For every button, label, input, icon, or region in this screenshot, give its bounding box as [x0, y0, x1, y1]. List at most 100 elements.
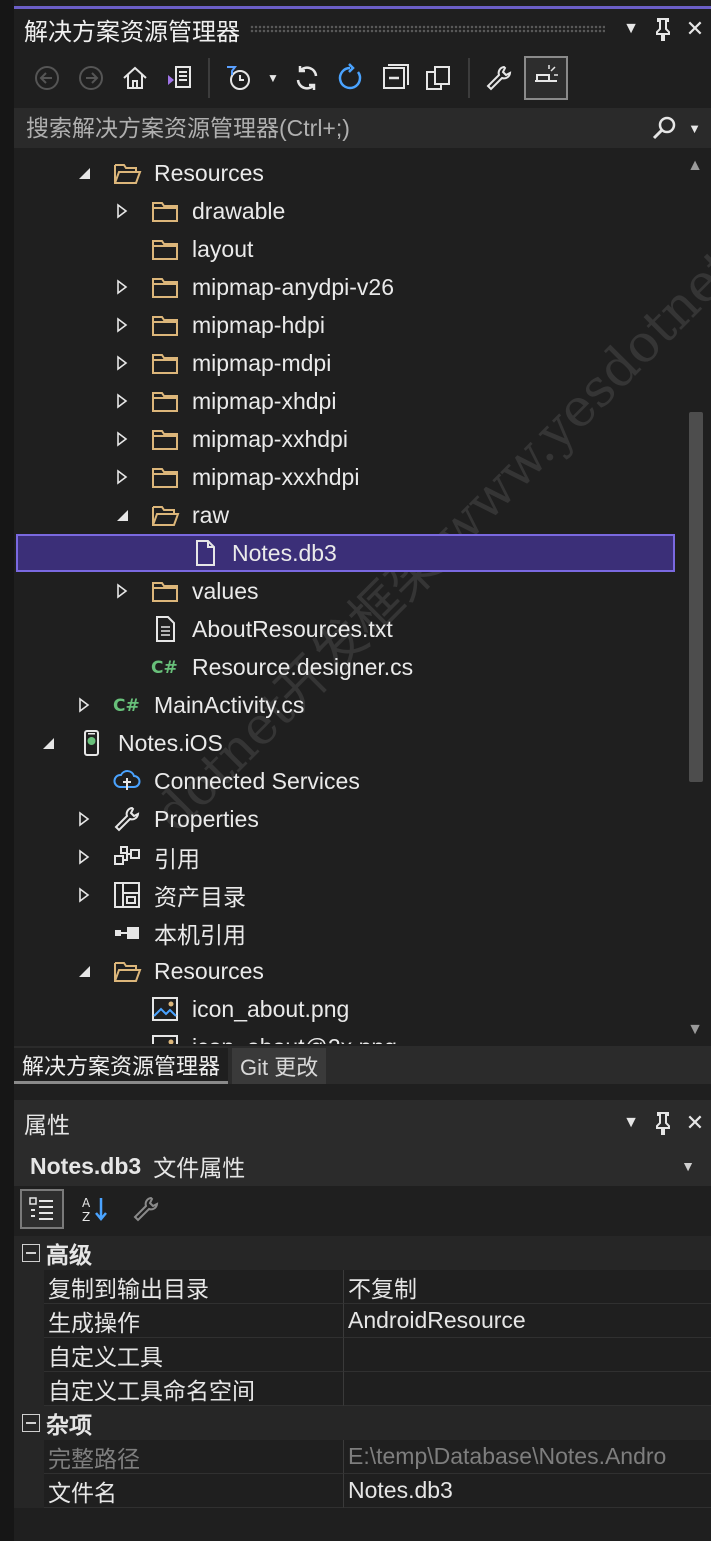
tree-row[interactable]: mipmap-xxxhdpi	[14, 458, 675, 496]
tree-item-label: icon_about.png	[192, 995, 350, 1022]
folder-icon	[150, 462, 180, 492]
property-value[interactable]	[344, 1372, 711, 1406]
tree-row[interactable]: Notes.db3	[16, 534, 675, 572]
tree-row[interactable]: Resources	[14, 952, 675, 990]
preview-selected-items-icon[interactable]	[524, 56, 568, 100]
tree-row[interactable]: mipmap-mdpi	[14, 344, 675, 382]
property-value: E:\temp\Database\Notes.Andro	[344, 1440, 711, 1474]
property-row[interactable]: 自定义工具命名空间	[14, 1372, 711, 1406]
tree-row[interactable]: 本机引用	[14, 914, 675, 952]
collapsed-arrow-icon[interactable]	[112, 581, 132, 601]
tree-row[interactable]: Resources	[14, 154, 675, 192]
sync-icon[interactable]	[288, 56, 326, 100]
refresh-icon[interactable]	[332, 56, 370, 100]
pin-icon[interactable]	[647, 1107, 679, 1139]
property-value[interactable]: AndroidResource	[344, 1304, 711, 1338]
tree-item-label: Properties	[154, 805, 259, 832]
search-input[interactable]	[26, 114, 651, 142]
tree-row[interactable]: C# MainActivity.cs	[14, 686, 675, 724]
window-menu-button[interactable]: ▼	[615, 13, 647, 45]
collapsed-arrow-icon[interactable]	[74, 695, 94, 715]
tab-solution-explorer[interactable]: 解决方案资源管理器	[14, 1048, 229, 1084]
tree-row[interactable]: mipmap-xhdpi	[14, 382, 675, 420]
object-selector[interactable]: Notes.db3 文件属性 ▼	[14, 1146, 711, 1186]
back-icon[interactable]	[28, 56, 66, 100]
tree-row[interactable]: icon_about@2x.png	[14, 1028, 675, 1044]
tree-row[interactable]: AboutResources.txt	[14, 610, 675, 648]
properties-wrench-icon[interactable]	[480, 56, 518, 100]
category-label: 杂项	[46, 1412, 92, 1438]
collapsed-arrow-icon[interactable]	[112, 201, 132, 221]
sort-alphabetical-icon[interactable]: AZ	[72, 1189, 116, 1229]
collapsed-arrow-icon[interactable]	[112, 315, 132, 335]
tree-row[interactable]: drawable	[14, 192, 675, 230]
property-value[interactable]: 不复制	[344, 1270, 711, 1304]
tree-item-label: mipmap-xxhdpi	[192, 425, 348, 452]
tree-row[interactable]: mipmap-hdpi	[14, 306, 675, 344]
collapse-icon[interactable]	[22, 1244, 40, 1262]
chevron-down-icon[interactable]: ▼	[681, 1158, 695, 1174]
tree-row[interactable]: Connected Services	[14, 762, 675, 800]
close-icon[interactable]: ✕	[679, 13, 711, 45]
scroll-down-icon[interactable]: ▼	[683, 1020, 707, 1040]
collapse-icon[interactable]	[22, 1414, 40, 1432]
scroll-thumb[interactable]	[689, 412, 703, 782]
collapsed-arrow-icon[interactable]	[74, 885, 94, 905]
property-category[interactable]: 杂项	[14, 1406, 711, 1440]
property-pages-icon[interactable]	[124, 1189, 168, 1229]
collapse-all-icon[interactable]	[376, 56, 414, 100]
tree-scrollbar[interactable]: ▲ ▼	[683, 152, 707, 1044]
filter-dropdown-icon[interactable]: ▼	[264, 56, 282, 100]
window-menu-button[interactable]: ▼	[615, 1107, 647, 1139]
tree-row[interactable]: mipmap-xxhdpi	[14, 420, 675, 458]
property-value[interactable]: Notes.db3	[344, 1474, 711, 1508]
drag-grip[interactable]	[250, 25, 605, 33]
expanded-arrow-icon[interactable]	[74, 961, 94, 981]
text-file-icon	[150, 614, 180, 644]
collapsed-arrow-icon[interactable]	[112, 353, 132, 373]
tree-row[interactable]: mipmap-anydpi-v26	[14, 268, 675, 306]
tree-item-label: mipmap-xxxhdpi	[192, 463, 360, 490]
tree-row[interactable]: values	[14, 572, 675, 610]
tree-row[interactable]: 引用	[14, 838, 675, 876]
tree-item-label: MainActivity.cs	[154, 691, 305, 718]
tree-row[interactable]: Properties	[14, 800, 675, 838]
tree-item-label: mipmap-mdpi	[192, 349, 332, 376]
categorized-icon[interactable]	[20, 1189, 64, 1229]
tree-row[interactable]: 资产目录	[14, 876, 675, 914]
pin-icon[interactable]	[647, 13, 679, 45]
expanded-arrow-icon[interactable]	[38, 733, 58, 753]
switch-views-icon[interactable]	[160, 56, 198, 100]
expanded-arrow-icon[interactable]	[74, 163, 94, 183]
search-dropdown-icon[interactable]: ▼	[688, 121, 701, 136]
property-row[interactable]: 复制到输出目录 不复制	[14, 1270, 711, 1304]
close-icon[interactable]: ✕	[679, 1107, 711, 1139]
collapsed-arrow-icon[interactable]	[74, 809, 94, 829]
folder-open-icon	[150, 500, 180, 530]
property-row[interactable]: 完整路径 E:\temp\Database\Notes.Andro	[14, 1440, 711, 1474]
scroll-up-icon[interactable]: ▲	[683, 156, 707, 176]
collapsed-arrow-icon[interactable]	[112, 391, 132, 411]
tree-row[interactable]: Notes.iOS	[14, 724, 675, 762]
bottom-tabs: 解决方案资源管理器 Git 更改	[14, 1046, 711, 1084]
search-options[interactable]: ▼	[651, 114, 711, 142]
tree-row[interactable]: C# Resource.designer.cs	[14, 648, 675, 686]
home-icon[interactable]	[116, 56, 154, 100]
show-all-files-icon[interactable]	[420, 56, 458, 100]
tree-row[interactable]: raw	[14, 496, 675, 534]
tab-git-changes[interactable]: Git 更改	[232, 1048, 327, 1084]
property-value[interactable]	[344, 1338, 711, 1372]
expanded-arrow-icon[interactable]	[112, 505, 132, 525]
tree-row[interactable]: layout	[14, 230, 675, 268]
forward-icon[interactable]	[72, 56, 110, 100]
collapsed-arrow-icon[interactable]	[112, 277, 132, 297]
collapsed-arrow-icon[interactable]	[112, 429, 132, 449]
property-row[interactable]: 文件名 Notes.db3	[14, 1474, 711, 1508]
property-category[interactable]: 高级	[14, 1236, 711, 1270]
property-row[interactable]: 生成操作 AndroidResource	[14, 1304, 711, 1338]
collapsed-arrow-icon[interactable]	[74, 847, 94, 867]
property-row[interactable]: 自定义工具	[14, 1338, 711, 1372]
collapsed-arrow-icon[interactable]	[112, 467, 132, 487]
pending-changes-filter-icon[interactable]	[220, 56, 258, 100]
tree-row[interactable]: icon_about.png	[14, 990, 675, 1028]
